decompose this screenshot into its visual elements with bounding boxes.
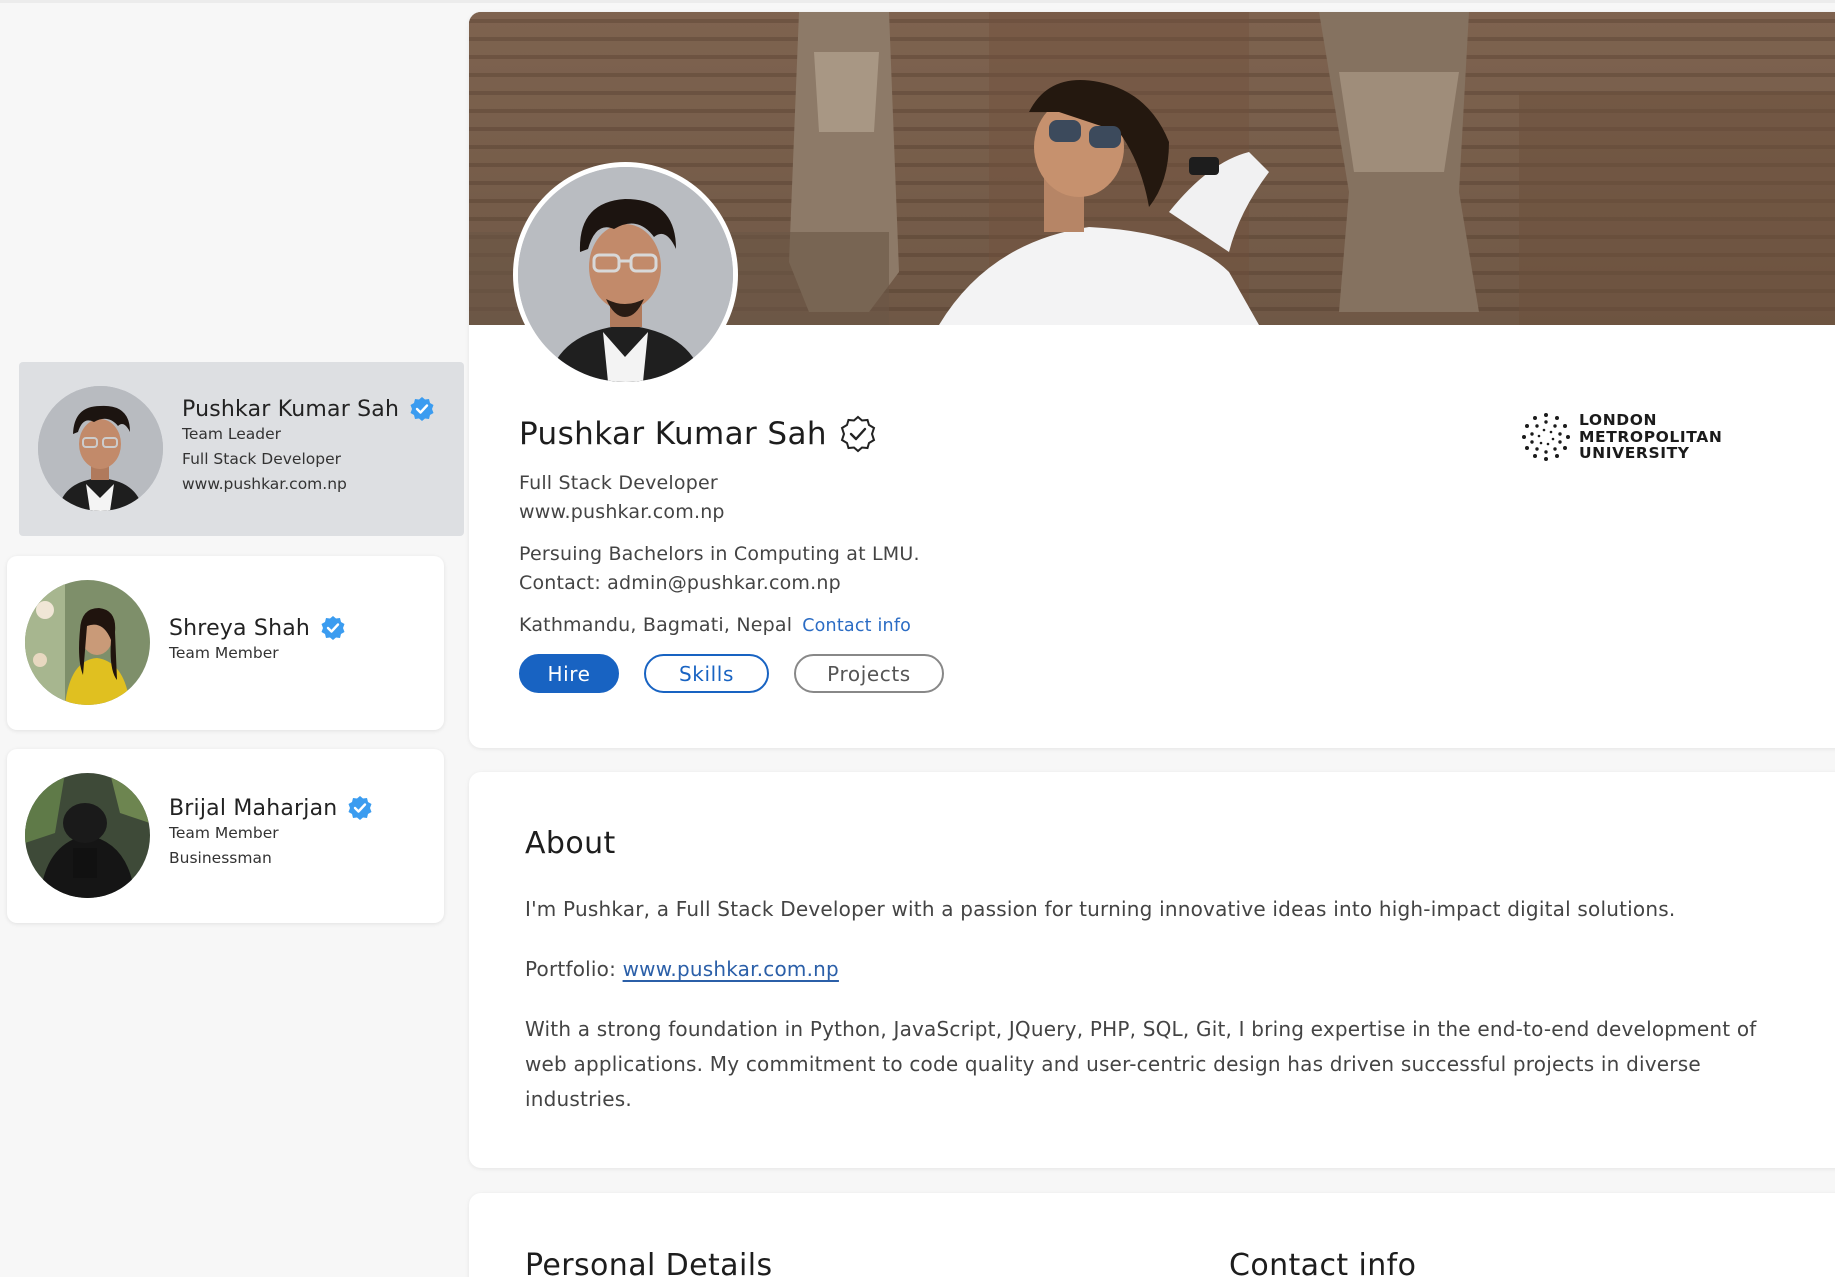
university-line: UNIVERSITY — [1579, 444, 1690, 463]
profile-education: Persuing Bachelors in Computing at LMU. — [519, 543, 920, 565]
verified-badge-icon — [321, 616, 345, 640]
skills-button[interactable]: Skills — [644, 654, 769, 693]
profile-title: Full Stack Developer — [519, 472, 718, 494]
contact-info-title: Contact info — [1229, 1248, 1417, 1277]
top-divider — [0, 0, 1835, 3]
avatar — [38, 386, 163, 511]
university-logo: LONDON METROPOLITAN UNIVERSITY — [1521, 412, 1722, 462]
portfolio-link[interactable]: www.pushkar.com.np — [623, 957, 839, 981]
contact-info-link[interactable]: Contact info — [802, 616, 911, 636]
profile-location: Kathmandu, Bagmati, Nepal — [519, 614, 793, 636]
details-card: Personal Details Contact info — [469, 1193, 1835, 1277]
portfolio-row: Portfolio: www.pushkar.com.np — [525, 952, 1785, 987]
team-member-card-shreya[interactable]: Shreya Shah Team Member — [7, 556, 444, 730]
profile-location-row: Kathmandu, Bagmati, Nepal Contact info — [519, 614, 911, 636]
profile-website[interactable]: www.pushkar.com.np — [519, 501, 725, 523]
verified-badge-icon — [410, 397, 434, 421]
profile-contact: Contact: admin@pushkar.com.np — [519, 572, 841, 594]
about-intro: I'm Pushkar, a Full Stack Developer with… — [525, 897, 1676, 921]
university-line: METROPOLITAN — [1579, 427, 1723, 446]
verified-badge-icon — [348, 796, 372, 820]
member-name[interactable]: Brijal Maharjan — [169, 796, 337, 821]
member-website[interactable]: www.pushkar.com.np — [182, 472, 435, 497]
team-member-card-pushkar[interactable]: Pushkar Kumar Sah Team Leader Full Stack… — [19, 362, 464, 536]
profile-header-card: Pushkar Kumar Sah Full Stack Developer w… — [469, 12, 1835, 748]
team-member-card-brijal[interactable]: Brijal Maharjan Team Member Businessman — [7, 749, 444, 923]
member-name[interactable]: Shreya Shah — [169, 616, 310, 641]
profile-name: Pushkar Kumar Sah — [519, 416, 827, 452]
member-role: Team Member — [169, 644, 279, 662]
avatar — [25, 773, 150, 898]
personal-details-title: Personal Details — [525, 1248, 773, 1277]
member-role: Team Member — [169, 824, 279, 842]
verified-outline-icon — [840, 415, 876, 453]
university-line: LONDON — [1579, 411, 1658, 430]
member-role: Team Leader — [182, 425, 282, 443]
member-name[interactable]: Pushkar Kumar Sah — [182, 397, 399, 422]
projects-button[interactable]: Projects — [794, 654, 944, 693]
about-body: With a strong foundation in Python, Java… — [525, 1017, 1757, 1111]
portfolio-label: Portfolio: — [525, 957, 617, 981]
about-title: About — [525, 826, 616, 861]
university-emblem-icon — [1522, 413, 1570, 461]
member-subtitle: Businessman — [169, 849, 272, 867]
hire-button[interactable]: Hire — [519, 654, 619, 693]
avatar — [25, 580, 150, 705]
member-subtitle: Full Stack Developer — [182, 450, 341, 468]
profile-avatar — [513, 162, 738, 387]
about-card: About I'm Pushkar, a Full Stack Develope… — [469, 772, 1835, 1168]
